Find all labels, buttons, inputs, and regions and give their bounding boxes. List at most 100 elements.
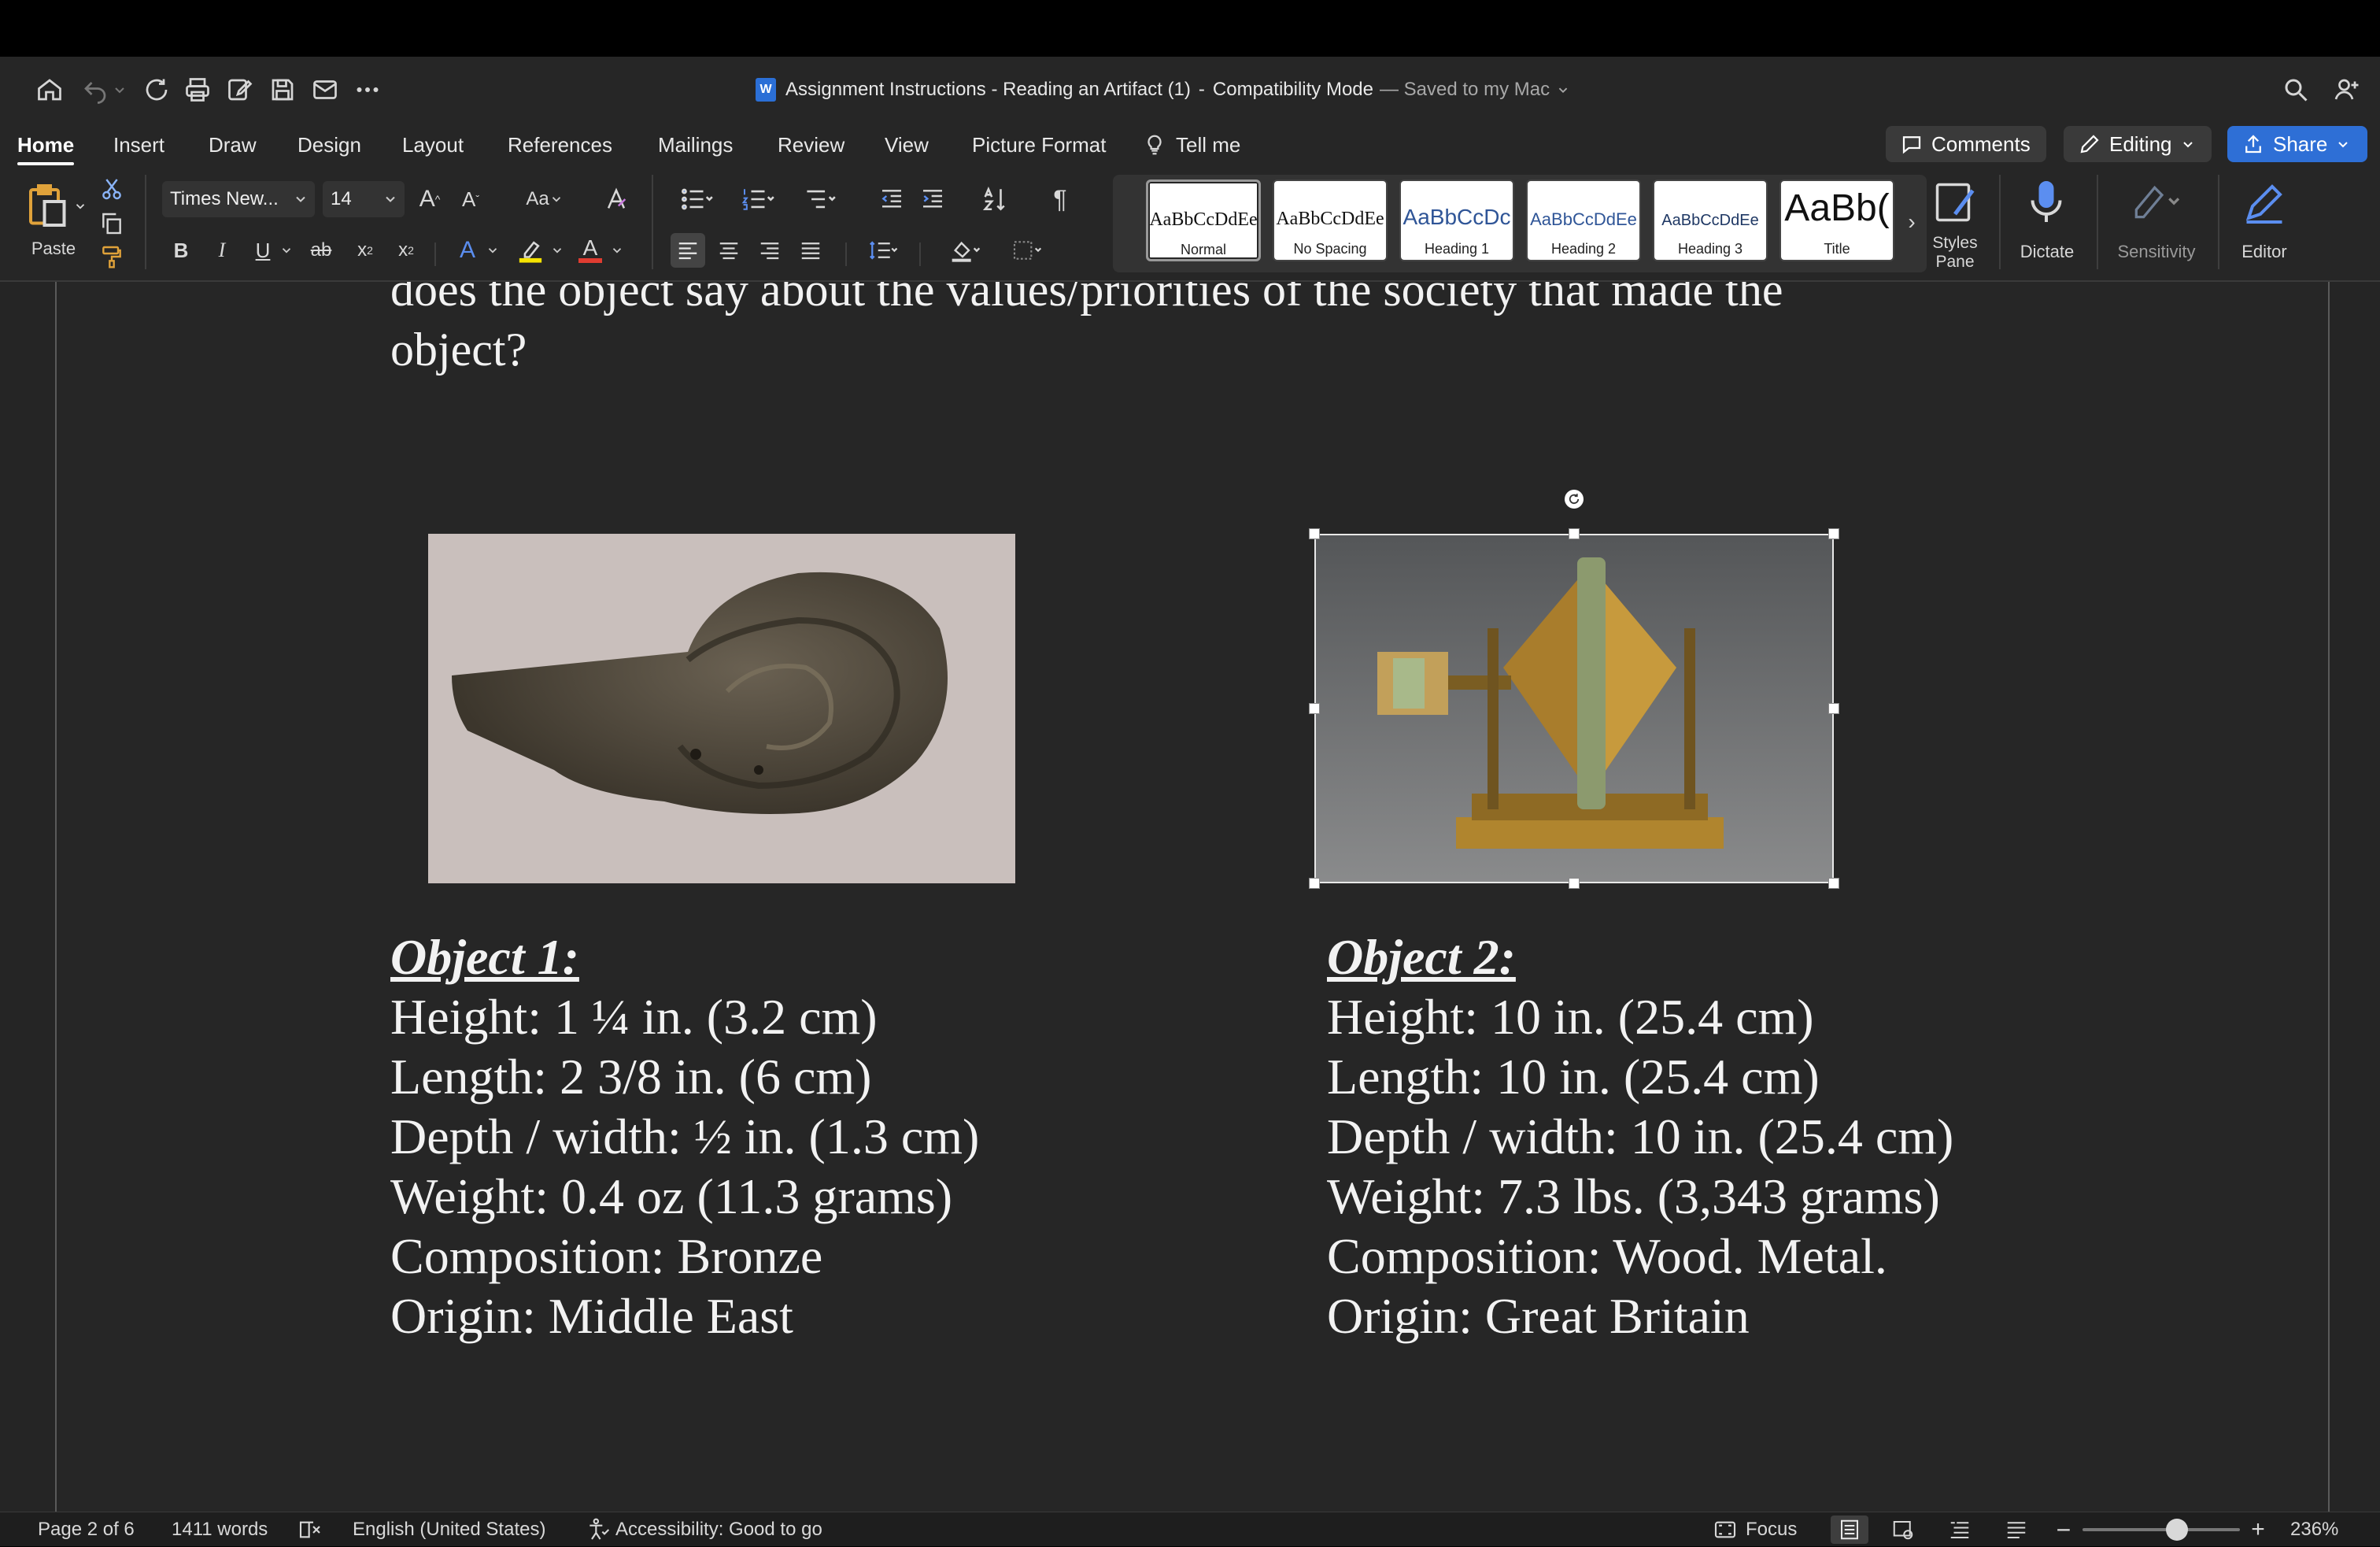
object-1-line[interactable]: Height: 1 ¼ in. (3.2 cm)	[390, 987, 878, 1047]
numbering-icon[interactable]	[730, 181, 785, 217]
editing-mode-button[interactable]: Editing	[2064, 126, 2212, 162]
tell-me-search[interactable]: Tell me	[1143, 123, 1240, 167]
share-people-icon[interactable]	[2328, 57, 2367, 123]
zoom-slider-thumb[interactable]	[2166, 1519, 2188, 1541]
shrink-font-icon[interactable]: Aˇ	[453, 181, 488, 217]
change-case-button[interactable]: Aa	[516, 181, 573, 217]
rotate-handle-icon[interactable]	[1565, 490, 1584, 509]
mail-icon[interactable]	[305, 57, 345, 123]
object-2-line[interactable]: Depth / width: 10 in. (25.4 cm)	[1327, 1107, 1953, 1167]
styles-pane-icon[interactable]	[1928, 175, 1982, 230]
bold-button[interactable]: B	[167, 233, 195, 268]
editor-label[interactable]: Editor	[2229, 238, 2300, 266]
tab-mailings[interactable]: Mailings	[658, 123, 733, 167]
object-2-line[interactable]: Height: 10 in. (25.4 cm)	[1327, 987, 1814, 1047]
print-icon[interactable]	[178, 57, 217, 123]
object-1-line[interactable]: Weight: 0.4 oz (11.3 grams)	[390, 1167, 952, 1227]
comments-button[interactable]: Comments	[1886, 126, 2046, 162]
object-1-line[interactable]: Depth / width: ½ in. (1.3 cm)	[390, 1107, 979, 1167]
tab-insert[interactable]: Insert	[113, 123, 164, 167]
object-2-heading[interactable]: Object 2:	[1327, 927, 1516, 987]
style-heading-2[interactable]: AaBbCcDdEe Heading 2	[1526, 179, 1641, 261]
word-count[interactable]: 1411 words	[172, 1512, 268, 1547]
paste-dropdown-icon[interactable]	[72, 191, 88, 222]
paragraph-line[interactable]: does the object say about the values/pri…	[390, 282, 1783, 320]
text-effects-dropdown-icon[interactable]	[483, 233, 502, 268]
resize-handle[interactable]	[1828, 878, 1839, 889]
sensitivity-icon[interactable]	[2125, 175, 2188, 230]
resize-handle[interactable]	[1569, 528, 1580, 539]
document-title[interactable]: W Assignment Instructions - Reading an A…	[756, 57, 1572, 123]
share-button[interactable]: Share	[2227, 126, 2367, 162]
web-layout-icon[interactable]	[1887, 1512, 1919, 1547]
align-right-button[interactable]	[752, 233, 787, 268]
align-left-button[interactable]	[671, 233, 705, 268]
font-name-select[interactable]: Times New...	[162, 181, 315, 217]
accessibility-status[interactable]: Accessibility: Good to go	[586, 1512, 822, 1547]
show-formatting-marks-icon[interactable]: ¶	[1042, 181, 1078, 217]
more-icon[interactable]	[348, 57, 387, 123]
increase-indent-icon[interactable]	[915, 181, 951, 217]
undo-dropdown-icon[interactable]	[110, 57, 129, 123]
clipboard-icon[interactable]	[19, 178, 74, 233]
object-2-line[interactable]: Weight: 7.3 lbs. (3,343 grams)	[1327, 1167, 1940, 1227]
underline-button[interactable]: U	[249, 233, 277, 268]
page-count[interactable]: Page 2 of 6	[38, 1512, 135, 1547]
grow-font-icon[interactable]: A ^	[412, 181, 447, 217]
bullets-icon[interactable]	[669, 181, 724, 217]
outline-view-icon[interactable]	[1944, 1512, 1975, 1547]
focus-button[interactable]: Focus	[1713, 1512, 1797, 1547]
font-color-dropdown-icon[interactable]	[608, 233, 626, 268]
tab-review[interactable]: Review	[778, 123, 844, 167]
tab-layout[interactable]: Layout	[402, 123, 464, 167]
paste-label[interactable]: Paste	[19, 235, 88, 263]
microphone-icon[interactable]	[2020, 175, 2073, 230]
object-1-heading[interactable]: Object 1:	[390, 927, 579, 987]
object-2-line[interactable]: Composition: Wood. Metal.	[1327, 1227, 1887, 1286]
home-icon[interactable]	[30, 57, 69, 123]
zoom-slider[interactable]	[2082, 1512, 2240, 1547]
font-size-select[interactable]: 14	[323, 181, 405, 217]
clear-formatting-icon[interactable]	[598, 181, 634, 217]
styles-pane-label-2[interactable]: Pane	[1920, 252, 1990, 272]
object-2-line[interactable]: Origin: Great Britain	[1327, 1286, 1750, 1346]
align-center-button[interactable]	[711, 233, 746, 268]
borders-icon[interactable]	[1001, 233, 1053, 268]
copy-icon[interactable]	[98, 209, 126, 238]
style-heading-3[interactable]: AaBbCcDdEe Heading 3	[1653, 179, 1768, 261]
resize-handle[interactable]	[1828, 703, 1839, 714]
object-2-line[interactable]: Length: 10 in. (25.4 cm)	[1327, 1047, 1820, 1107]
search-icon[interactable]	[2276, 57, 2315, 123]
tab-picture-format[interactable]: Picture Format	[972, 123, 1107, 167]
object-1-line[interactable]: Length: 2 3/8 in. (6 cm)	[390, 1047, 871, 1107]
object-1-image[interactable]	[428, 534, 1015, 883]
cut-icon[interactable]	[98, 175, 126, 203]
object-1-line[interactable]: Composition: Bronze	[390, 1227, 822, 1286]
highlight-color-icon[interactable]	[513, 233, 548, 268]
highlight-dropdown-icon[interactable]	[548, 233, 567, 268]
style-normal[interactable]: AaBbCcDdEe Normal	[1146, 179, 1261, 261]
save-icon[interactable]	[263, 57, 302, 123]
line-spacing-icon[interactable]	[859, 233, 907, 268]
proofing-icon[interactable]	[298, 1512, 323, 1547]
justify-button[interactable]	[793, 233, 828, 268]
style-no-spacing[interactable]: AaBbCcDdEe No Spacing	[1273, 179, 1388, 261]
tab-home[interactable]: Home	[17, 123, 75, 167]
format-painter-icon[interactable]	[98, 242, 126, 271]
resize-handle[interactable]	[1569, 878, 1580, 889]
zoom-in-button[interactable]: +	[2248, 1512, 2268, 1547]
resize-handle[interactable]	[1309, 878, 1320, 889]
style-title[interactable]: AaBb( Title	[1779, 179, 1894, 261]
tab-references[interactable]: References	[508, 123, 612, 167]
zoom-level[interactable]: 236%	[2290, 1512, 2338, 1547]
tab-draw[interactable]: Draw	[209, 123, 257, 167]
text-effects-icon[interactable]: A	[452, 233, 483, 268]
document-canvas[interactable]: does the object say about the values/pri…	[0, 282, 2380, 1512]
multilevel-list-icon[interactable]	[792, 181, 847, 217]
font-color-icon[interactable]: A	[573, 233, 608, 268]
object-1-line[interactable]: Origin: Middle East	[390, 1286, 793, 1346]
sort-icon[interactable]	[976, 181, 1012, 217]
editor-icon[interactable]	[2237, 175, 2292, 230]
redo-icon[interactable]	[137, 57, 176, 123]
edit-doc-icon[interactable]	[220, 57, 260, 123]
